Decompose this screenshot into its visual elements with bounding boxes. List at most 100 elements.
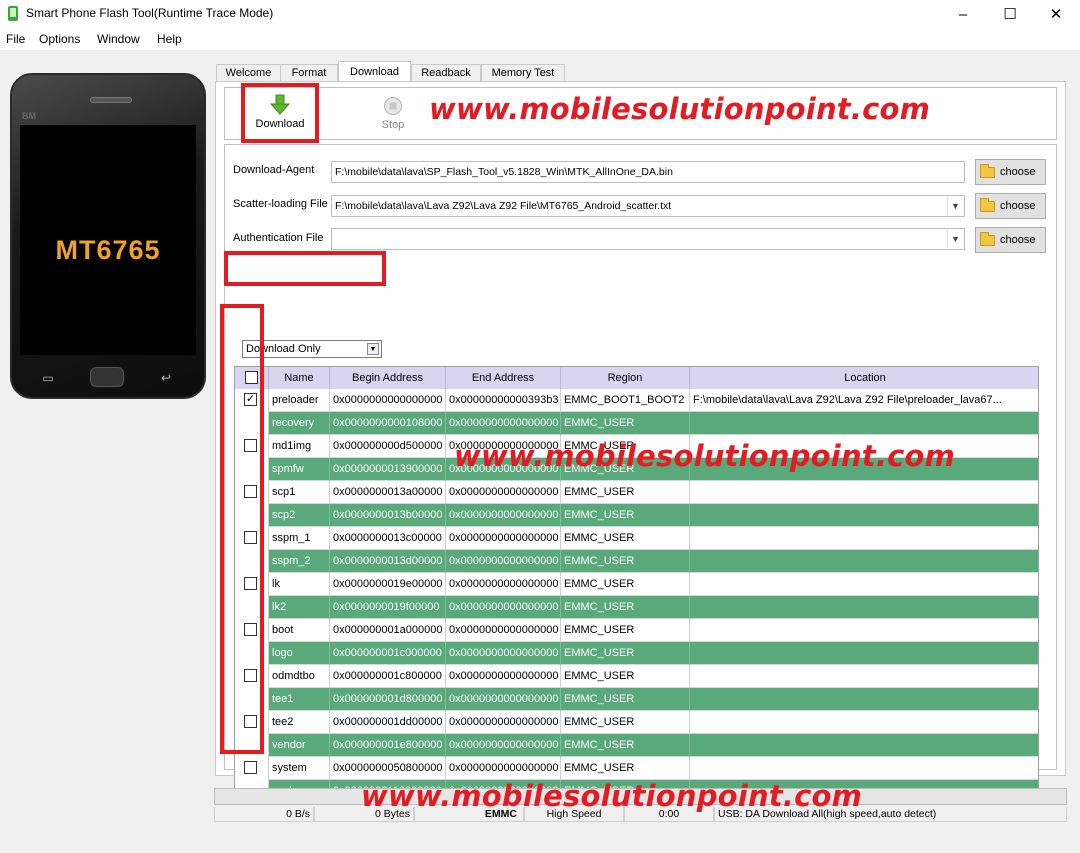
region-cell: EMMC_USER	[561, 757, 690, 780]
partition-name-cell: logo	[269, 642, 330, 665]
menu-options[interactable]: Options	[39, 32, 80, 46]
auth-file-label: Authentication File	[233, 232, 324, 244]
watermark-top: www.mobilesolutionpoint.com	[429, 92, 931, 126]
download-agent-field[interactable]: F:\mobile\data\lava\SP_Flash_Tool_v5.182…	[331, 161, 965, 183]
tab-welcome[interactable]: Welcome	[216, 64, 281, 82]
partition-name-cell: sspm_2	[269, 550, 330, 573]
table-row[interactable]: system 0x0000000050800000 0x00000000000000…	[235, 757, 1038, 780]
end-address-cell: 0x0000000000000000	[446, 527, 561, 550]
table-row[interactable]: sspm_1 0x0000000013c00000 0x00000000000000…	[235, 527, 1038, 550]
table-header: Name Begin Address End Address Region Lo…	[235, 367, 1038, 389]
region-cell: EMMC_USER	[561, 619, 690, 642]
menu-window[interactable]: Window	[97, 32, 140, 46]
tab-memory-test[interactable]: Memory Test	[481, 64, 565, 82]
table-row[interactable]: tee1 0x000000001d800000 0x0000000000000000…	[235, 688, 1038, 711]
end-address-cell: 0x0000000000000000	[446, 550, 561, 573]
location-cell	[690, 412, 1038, 435]
download-panel: Download Stop Download-Agent F:\mobile\d…	[215, 81, 1066, 823]
partition-name-cell: md1img	[269, 435, 330, 458]
scatter-file-value: F:\mobile\data\lava\Lava Z92\Lava Z92 Fi…	[335, 200, 672, 212]
begin-address-cell: 0x0000000013c00000	[330, 527, 446, 550]
header-name[interactable]: Name	[269, 367, 330, 389]
partition-name-cell: scp2	[269, 504, 330, 527]
table-row[interactable]: lk2 0x0000000019f00000 0x0000000000000000 E…	[235, 596, 1038, 619]
download-agent-label: Download-Agent	[233, 164, 315, 176]
begin-address-cell: 0x000000000d500000	[330, 435, 446, 458]
begin-address-cell: 0x000000001c800000	[330, 665, 446, 688]
mode-select-highlight	[224, 251, 386, 286]
row-checkbox[interactable]	[244, 761, 257, 774]
end-address-cell: 0x0000000000000000	[446, 688, 561, 711]
header-region[interactable]: Region	[561, 367, 690, 389]
scatter-file-field[interactable]: F:\mobile\data\lava\Lava Z92\Lava Z92 Fi…	[331, 195, 965, 217]
table-row[interactable]: scp1 0x0000000013a00000 0x0000000000000000…	[235, 481, 1038, 504]
begin-address-cell: 0x0000000013d00000	[330, 550, 446, 573]
end-address-cell: 0x0000000000000000	[446, 504, 561, 527]
begin-address-cell: 0x000000001dd00000	[330, 711, 446, 734]
phone-speaker	[90, 97, 132, 103]
table-row[interactable]: vendor 0x000000001e800000 0x00000000000000…	[235, 734, 1038, 757]
location-cell	[690, 688, 1038, 711]
begin-address-cell: 0x0000000000000000	[330, 389, 446, 412]
end-address-cell: 0x0000000000000000	[446, 412, 561, 435]
end-address-cell: 0x0000000000000000	[446, 642, 561, 665]
table-row[interactable]: logo 0x000000001c000000 0x0000000000000000…	[235, 642, 1038, 665]
chevron-down-icon[interactable]: ▼	[947, 197, 963, 215]
begin-address-cell: 0x000000001c000000	[330, 642, 446, 665]
table-row[interactable]: boot 0x000000001a000000 0x0000000000000000…	[235, 619, 1038, 642]
menu-file[interactable]: File	[6, 32, 25, 46]
region-cell: EMMC_USER	[561, 688, 690, 711]
table-row[interactable]: recovery 0x0000000000108000 0x000000000000…	[235, 412, 1038, 435]
maximize-button[interactable]: ☐	[987, 0, 1033, 28]
table-row[interactable]: lk 0x0000000019e00000 0x0000000000000000 EM…	[235, 573, 1038, 596]
begin-address-cell: 0x000000001a000000	[330, 619, 446, 642]
end-address-cell: 0x0000000000000000	[446, 711, 561, 734]
region-cell: EMMC_USER	[561, 711, 690, 734]
auth-file-field[interactable]: ▼	[331, 228, 965, 250]
tab-readback[interactable]: Readback	[411, 64, 481, 82]
tab-download[interactable]: Download	[338, 61, 411, 83]
location-cell	[690, 481, 1038, 504]
location-cell	[690, 711, 1038, 734]
phone-screen: MT6765	[20, 125, 196, 355]
home-key-icon	[90, 367, 124, 387]
row-checkbox-cell	[235, 757, 269, 780]
partition-name-cell: system	[269, 757, 330, 780]
chevron-down-icon[interactable]: ▼	[947, 230, 963, 248]
table-row[interactable]: sspm_2 0x0000000013d00000 0x00000000000000…	[235, 550, 1038, 573]
partition-name-cell: scp1	[269, 481, 330, 504]
begin-address-cell: 0x0000000050800000	[330, 757, 446, 780]
stop-button[interactable]: Stop	[371, 96, 415, 136]
folder-icon	[980, 231, 995, 246]
menu-help[interactable]: Help	[157, 32, 182, 46]
window-title: Smart Phone Flash Tool(Runtime Trace Mod…	[26, 6, 274, 20]
end-address-cell: 0x0000000000000000	[446, 596, 561, 619]
header-location[interactable]: Location	[690, 367, 1038, 389]
folder-icon	[980, 163, 995, 178]
table-row[interactable]: scp2 0x0000000013b00000 0x0000000000000000…	[235, 504, 1038, 527]
table-row[interactable]: ✓ preloader 0x0000000000000000 0x0000000000…	[235, 389, 1038, 412]
partition-name-cell: preloader	[269, 389, 330, 412]
minimize-button[interactable]: –	[940, 0, 986, 28]
location-cell	[690, 734, 1038, 757]
region-cell: EMMC_USER	[561, 642, 690, 665]
location-cell	[690, 596, 1038, 619]
table-row[interactable]: tee2 0x000000001dd00000 0x0000000000000000…	[235, 711, 1038, 734]
auth-file-choose-button[interactable]: choose	[975, 227, 1046, 253]
partition-name-cell: spmfw	[269, 458, 330, 481]
location-cell	[690, 550, 1038, 573]
chip-label: MT6765	[55, 235, 161, 265]
tab-format[interactable]: Format	[280, 64, 338, 82]
partition-name-cell: lk	[269, 573, 330, 596]
region-cell: EMMC_USER	[561, 734, 690, 757]
header-begin-address[interactable]: Begin Address	[330, 367, 446, 389]
header-end-address[interactable]: End Address	[446, 367, 561, 389]
table-row[interactable]: odmdtbo 0x000000001c800000 0x0000000000000…	[235, 665, 1038, 688]
region-cell: EMMC_USER	[561, 481, 690, 504]
download-agent-choose-button[interactable]: choose	[975, 159, 1046, 185]
close-button[interactable]: ✕	[1033, 0, 1079, 28]
scatter-file-choose-button[interactable]: choose	[975, 193, 1046, 219]
end-address-cell: 0x0000000000000000	[446, 573, 561, 596]
watermark-bottom: www.mobilesolutionpoint.com	[361, 779, 863, 813]
stop-icon	[384, 97, 402, 115]
